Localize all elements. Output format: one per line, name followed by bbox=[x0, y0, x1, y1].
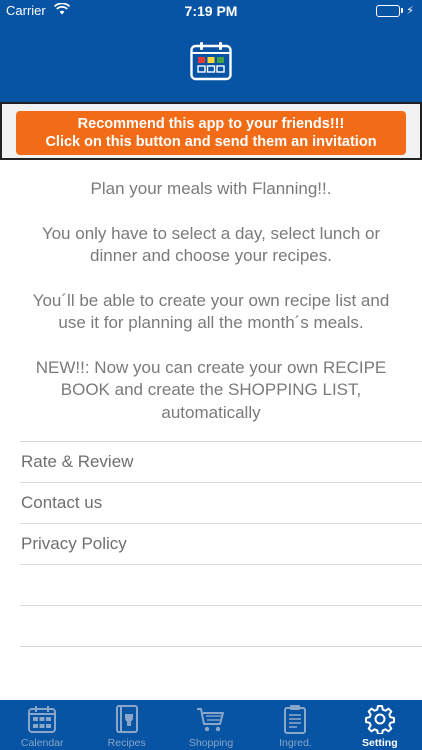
battery-icon: ⚡ bbox=[376, 4, 414, 17]
gear-icon bbox=[364, 705, 395, 734]
empty-row bbox=[20, 605, 422, 646]
intro-text: Plan your meals with Flanning!!. You onl… bbox=[20, 178, 402, 424]
contact-us-item[interactable]: Contact us bbox=[20, 482, 422, 523]
rate-review-item[interactable]: Rate & Review bbox=[20, 441, 422, 482]
menu-item-label: Privacy Policy bbox=[21, 534, 127, 553]
menu-item-label: Contact us bbox=[21, 493, 103, 512]
intro-paragraph: NEW!!: Now you can create your own RECIP… bbox=[35, 357, 387, 422]
empty-row bbox=[20, 646, 422, 687]
menu-item-label: Rate & Review bbox=[21, 452, 134, 471]
intro-paragraph: You´ll be able to create your own recipe… bbox=[32, 290, 390, 333]
calendar-icon bbox=[28, 706, 57, 733]
tab-label: Recipes bbox=[107, 737, 146, 749]
tab-calendar[interactable]: Calendar bbox=[0, 700, 84, 750]
tab-label: Setting bbox=[362, 737, 398, 749]
settings-menu: Rate & Review Contact us Privacy Policy bbox=[20, 441, 422, 687]
tab-label: Ingred. bbox=[279, 737, 312, 749]
tab-setting[interactable]: Setting bbox=[338, 700, 422, 750]
status-bar: Carrier 7:19 PM ⚡ bbox=[0, 0, 422, 22]
calendar-grid-icon bbox=[190, 42, 232, 81]
tab-bar: Calendar Recipes Shopping Ingred. Settin… bbox=[0, 700, 422, 750]
app-header bbox=[0, 22, 422, 102]
tab-label: Shopping bbox=[188, 737, 234, 749]
charging-icon: ⚡ bbox=[406, 5, 414, 17]
shopping-cart-icon bbox=[197, 708, 225, 732]
intro-paragraph: Plan your meals with Flanning!!. bbox=[90, 179, 332, 198]
clipboard-icon bbox=[284, 705, 307, 734]
tab-recipes[interactable]: Recipes bbox=[84, 700, 168, 750]
promo-banner: Recommend this app to your friends!!! Cl… bbox=[0, 102, 422, 160]
tab-ingredients[interactable]: Ingred. bbox=[253, 700, 337, 750]
promo-line-1: Recommend this app to your friends!!! bbox=[77, 116, 345, 132]
promo-line-2: Click on this button and send them an in… bbox=[45, 134, 377, 150]
tab-shopping[interactable]: Shopping bbox=[169, 700, 253, 750]
clock: 7:19 PM bbox=[184, 3, 238, 19]
tab-label: Calendar bbox=[20, 737, 64, 749]
recipe-book-icon bbox=[115, 705, 138, 733]
recommend-app-button[interactable]: Recommend this app to your friends!!! Cl… bbox=[16, 111, 406, 155]
privacy-policy-item[interactable]: Privacy Policy bbox=[20, 523, 422, 564]
intro-paragraph: You only have to select a day, select lu… bbox=[41, 223, 381, 266]
empty-row bbox=[20, 564, 422, 605]
